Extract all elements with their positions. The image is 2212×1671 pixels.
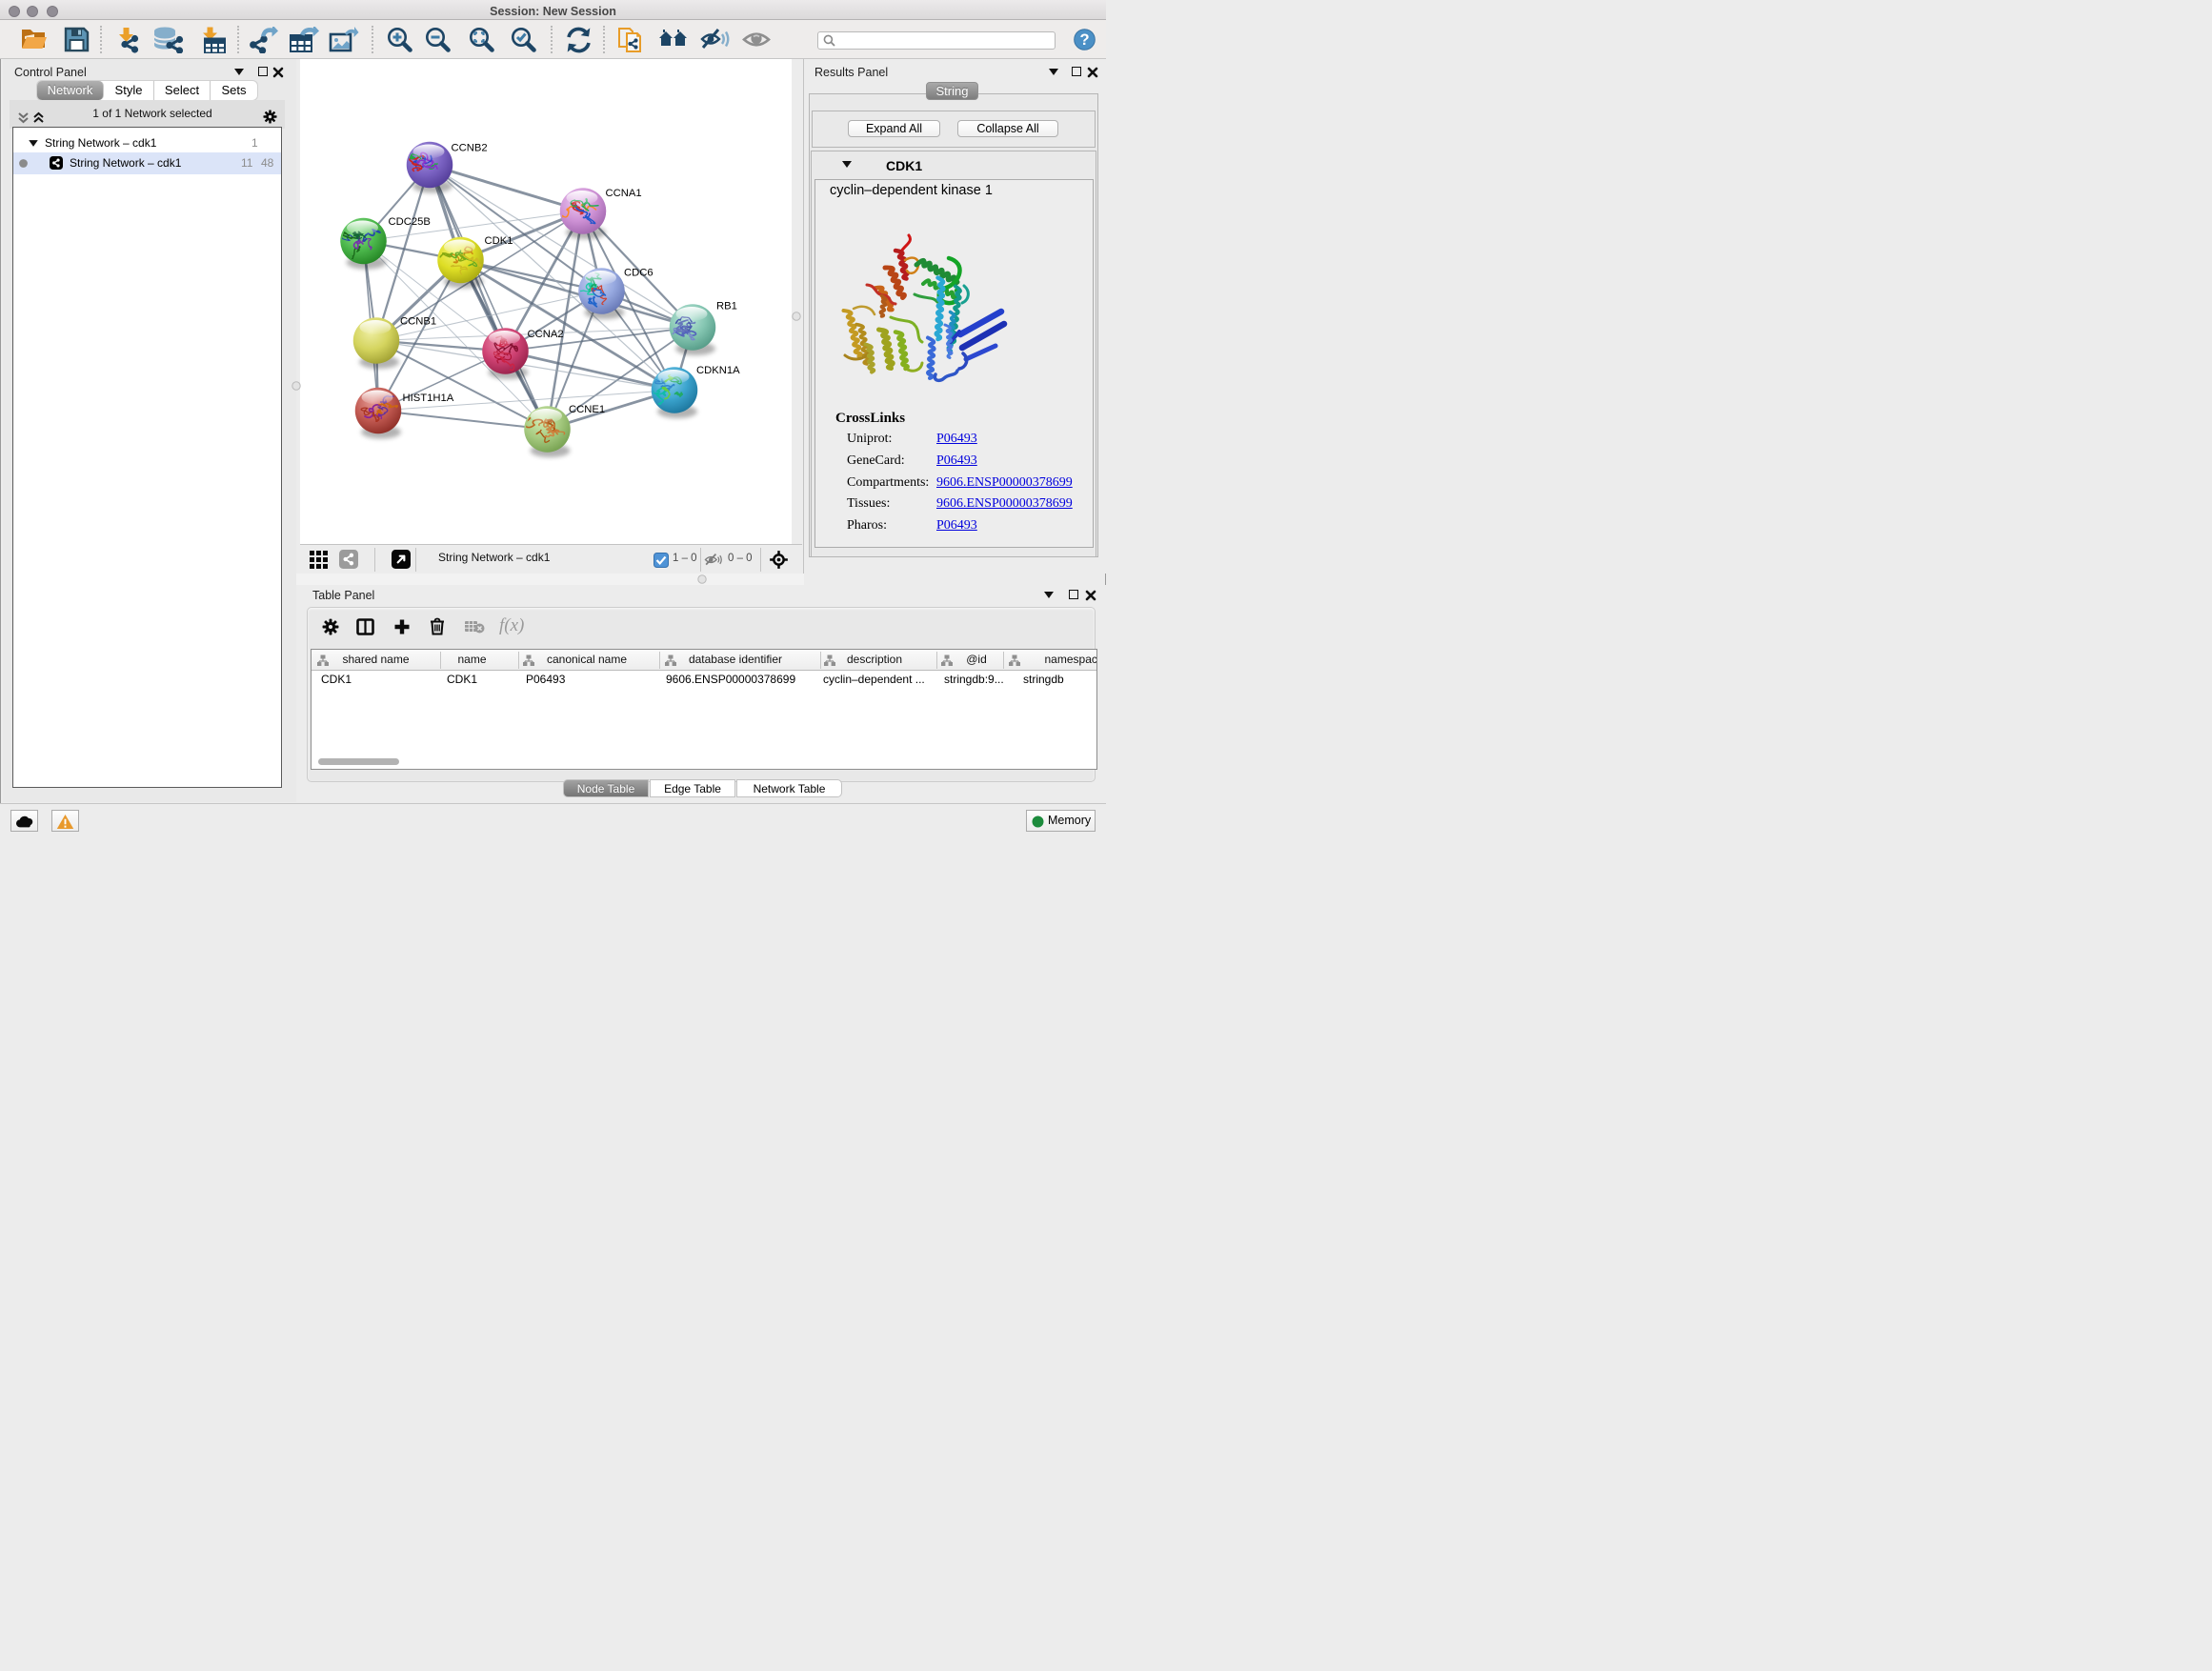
svg-text:CCNA1: CCNA1 xyxy=(606,188,642,199)
svg-text:CDC25B: CDC25B xyxy=(389,216,431,228)
svg-text:CDC6: CDC6 xyxy=(624,268,654,279)
svg-text:CCNB1: CCNB1 xyxy=(400,316,436,328)
svg-text:?: ? xyxy=(1079,31,1089,49)
svg-text:RB1: RB1 xyxy=(716,301,737,312)
svg-text:CDK1: CDK1 xyxy=(485,235,513,247)
svg-text:CDKN1A: CDKN1A xyxy=(696,365,740,376)
svg-text:HIST1H1A: HIST1H1A xyxy=(403,393,454,404)
svg-text:CCNA2: CCNA2 xyxy=(528,329,564,340)
svg-text:CCNB2: CCNB2 xyxy=(452,143,488,154)
svg-text:CCNE1: CCNE1 xyxy=(569,404,605,415)
